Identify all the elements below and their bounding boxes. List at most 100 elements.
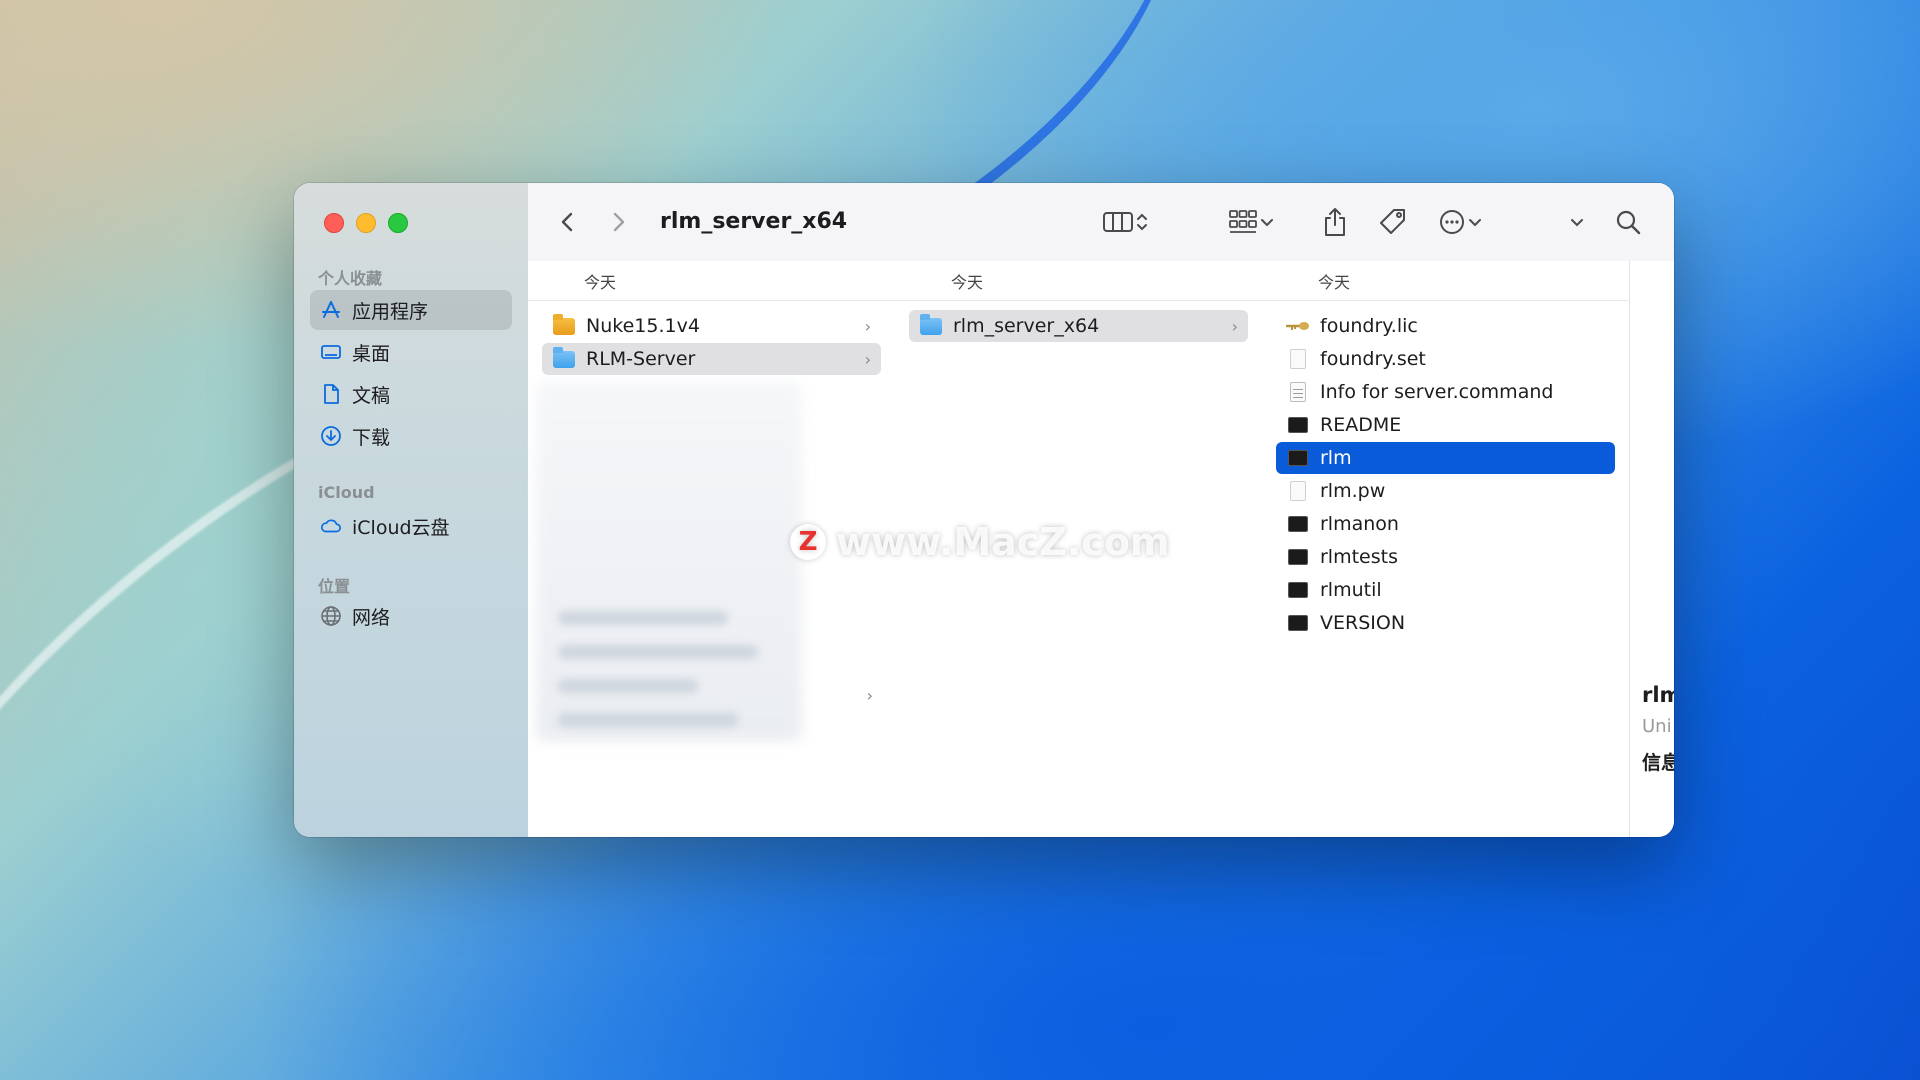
folder-icon: [552, 346, 576, 369]
list-item-selected[interactable]: rlm: [1276, 442, 1615, 474]
column-header[interactable]: 今天: [528, 261, 895, 301]
chevron-right-icon: [613, 212, 625, 232]
item-label: rlmanon: [1320, 513, 1399, 535]
folder-orange-icon: [552, 313, 576, 336]
preview-file-name: rlm: [1642, 683, 1674, 707]
watermark: Z www.MacZ.com: [790, 520, 1170, 564]
terminal-icon: [1286, 415, 1310, 435]
chevron-right-icon: ›: [1231, 316, 1238, 336]
icloud-section-title: iCloud: [318, 483, 375, 502]
doc-icon: [1286, 349, 1310, 369]
item-label: Nuke15.1v4: [586, 315, 700, 337]
window-controls: [324, 213, 408, 233]
sidebar-item-desktop[interactable]: 桌面: [310, 332, 512, 372]
desktop-icon: [320, 341, 342, 363]
text-doc-icon: [1286, 382, 1310, 402]
download-icon: [320, 425, 342, 447]
list-item[interactable]: VERSION: [1276, 607, 1615, 639]
item-label: rlm.pw: [1320, 480, 1386, 502]
preview-pane: rlm Uni 信息: [1630, 261, 1674, 837]
preview-info-heading: 信息: [1642, 752, 1674, 774]
sidebar: 个人收藏 应用程序 桌面 文稿 下载 iCloud iCloud云盘 位置 网络: [294, 183, 529, 837]
item-label: rlmtests: [1320, 546, 1398, 568]
chevron-right-icon: ›: [864, 316, 871, 336]
terminal-icon: [1286, 613, 1310, 633]
list-item[interactable]: ›: [851, 679, 881, 711]
main-area: rlm_server_x64 今天 Nuke15.1v4 › RLM-Serve…: [528, 183, 1674, 837]
more-actions-button[interactable]: [1438, 207, 1484, 237]
doc-icon: [1286, 481, 1310, 501]
share-button[interactable]: [1322, 207, 1348, 237]
view-mode-button[interactable]: [1102, 207, 1150, 237]
group-button[interactable]: [1228, 207, 1276, 237]
favorites-section-title: 个人收藏: [318, 269, 383, 288]
chevron-left-icon: [561, 212, 573, 232]
chevron-right-icon: ›: [864, 349, 871, 369]
list-item[interactable]: foundry.lic: [1276, 310, 1615, 342]
ellipsis-circle-icon: [1440, 210, 1464, 234]
sidebar-item-documents[interactable]: 文稿: [310, 374, 512, 414]
tag-button[interactable]: [1378, 207, 1408, 237]
search-button[interactable]: [1614, 207, 1642, 237]
sidebar-item-label: 下载: [352, 426, 391, 449]
apps-icon: [320, 299, 342, 321]
overflow-button[interactable]: [1568, 207, 1586, 237]
item-label: rlm_server_x64: [953, 315, 1100, 337]
list-item[interactable]: rlmtests: [1276, 541, 1615, 573]
list-item[interactable]: rlm_server_x64 ›: [909, 310, 1248, 342]
cloud-icon: [320, 515, 342, 537]
sidebar-item-network[interactable]: 网络: [310, 596, 512, 636]
list-item[interactable]: rlmutil: [1276, 574, 1615, 606]
terminal-icon: [1286, 448, 1310, 468]
list-item[interactable]: rlmanon: [1276, 508, 1615, 540]
back-button[interactable]: [558, 207, 578, 237]
item-label: README: [1320, 414, 1402, 436]
chevron-down-icon: [1571, 219, 1583, 227]
window-title: rlm_server_x64: [660, 209, 848, 234]
grid-icon: [1229, 210, 1257, 233]
columns-view-icon: [1103, 212, 1133, 232]
sidebar-item-label: 网络: [352, 606, 391, 629]
key-icon: [1286, 316, 1310, 336]
terminal-icon: [1286, 580, 1310, 600]
list-item[interactable]: Nuke15.1v4 ›: [542, 310, 881, 342]
tag-icon: [1380, 209, 1405, 234]
close-button[interactable]: [324, 213, 344, 233]
item-label: rlm: [1320, 447, 1352, 469]
locations-section-title: 位置: [318, 577, 351, 596]
item-label: foundry.lic: [1320, 315, 1418, 337]
column-header[interactable]: 今天: [895, 261, 1262, 301]
forward-button[interactable]: [608, 207, 628, 237]
list-item[interactable]: README: [1276, 409, 1615, 441]
watermark-logo: Z: [790, 524, 826, 560]
minimize-button[interactable]: [356, 213, 376, 233]
list-item[interactable]: foundry.set: [1276, 343, 1615, 375]
sidebar-item-downloads[interactable]: 下载: [310, 416, 512, 456]
share-icon: [1325, 208, 1345, 236]
column-3: 今天 foundry.lic foundry.set Info for serv…: [1262, 261, 1630, 837]
blurred-region: [558, 645, 758, 659]
terminal-icon: [1286, 514, 1310, 534]
item-label: VERSION: [1320, 612, 1406, 634]
chevron-down-icon: [1261, 219, 1273, 227]
sidebar-item-label: 桌面: [352, 342, 391, 365]
chevron-down-icon: [1469, 219, 1481, 227]
item-label: rlmutil: [1320, 579, 1382, 601]
chevron-right-icon: ›: [866, 685, 873, 705]
list-item[interactable]: RLM-Server ›: [542, 343, 881, 375]
item-label: Info for server.command: [1320, 381, 1554, 403]
list-item[interactable]: Info for server.command: [1276, 376, 1615, 408]
up-down-chevron-icon: [1137, 213, 1147, 231]
finder-window: 个人收藏 应用程序 桌面 文稿 下载 iCloud iCloud云盘 位置 网络…: [294, 183, 1674, 837]
sidebar-item-icloud-drive[interactable]: iCloud云盘: [310, 506, 512, 546]
sidebar-item-applications[interactable]: 应用程序: [310, 290, 512, 330]
list-item[interactable]: rlm.pw: [1276, 475, 1615, 507]
blurred-region: [558, 713, 738, 727]
folder-icon: [919, 313, 943, 336]
blurred-region: [558, 679, 698, 693]
blurred-region: [558, 611, 728, 625]
zoom-button[interactable]: [388, 213, 408, 233]
column-header[interactable]: 今天: [1262, 261, 1629, 301]
sidebar-item-label: 应用程序: [352, 300, 429, 323]
watermark-text: www.MacZ.com: [836, 520, 1170, 564]
